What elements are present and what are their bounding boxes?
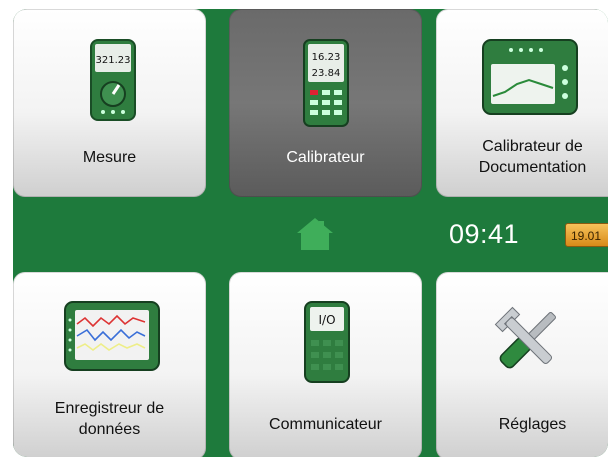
tile-enregistreur[interactable]: Enregistreur de données xyxy=(13,272,206,457)
tile-documentation-label-line1: Calibrateur de xyxy=(482,138,583,155)
data-logger-icon xyxy=(64,301,160,371)
clock: 09:41 xyxy=(449,219,520,249)
tile-documentation[interactable]: Calibrateur de Documentation xyxy=(436,9,608,197)
wrench-screwdriver-icon xyxy=(494,306,556,369)
tile-calibrateur-label: Calibrateur xyxy=(286,149,365,166)
multimeter-icon: 321.23 xyxy=(90,39,136,121)
calibrator-readout-top: 16.23 xyxy=(312,52,341,63)
tile-enregistreur-label-line2: données xyxy=(78,421,141,438)
calibrator-readout-bottom: 23.84 xyxy=(312,68,341,79)
tile-communicateur-label: Communicateur xyxy=(269,416,382,433)
calibrator-device-icon: 16.23 23.84 xyxy=(303,39,349,127)
home-icon[interactable] xyxy=(296,217,334,251)
status-bar: 09:41 19.01 xyxy=(13,205,608,268)
tile-communicateur[interactable]: I/O Communicateur xyxy=(229,272,422,457)
tile-enregistreur-label-line1: Enregistreur de xyxy=(54,400,165,417)
tile-documentation-label: Calibrateur de Documentation xyxy=(436,136,608,178)
home-screen: 321.23 Mesure 16.23 23.84 Calibrateur Ca… xyxy=(13,9,608,457)
tile-reglages-label: Réglages xyxy=(498,416,567,433)
documenting-calibrator-icon xyxy=(482,39,578,115)
multimeter-readout: 321.23 xyxy=(96,55,131,66)
tile-documentation-label-line2: Documentation xyxy=(478,159,587,176)
tile-mesure[interactable]: 321.23 Mesure xyxy=(13,9,206,197)
tile-reglages[interactable]: Réglages xyxy=(436,272,608,457)
communicator-io-icon: I/O xyxy=(304,301,350,383)
tile-calibrateur[interactable]: 16.23 23.84 Calibrateur xyxy=(229,9,422,197)
tile-mesure-label: Mesure xyxy=(82,149,137,166)
communicator-icon-text: I/O xyxy=(318,313,335,327)
status-badge[interactable]: 19.01 xyxy=(565,223,608,247)
tile-enregistreur-label: Enregistreur de données xyxy=(13,398,206,440)
